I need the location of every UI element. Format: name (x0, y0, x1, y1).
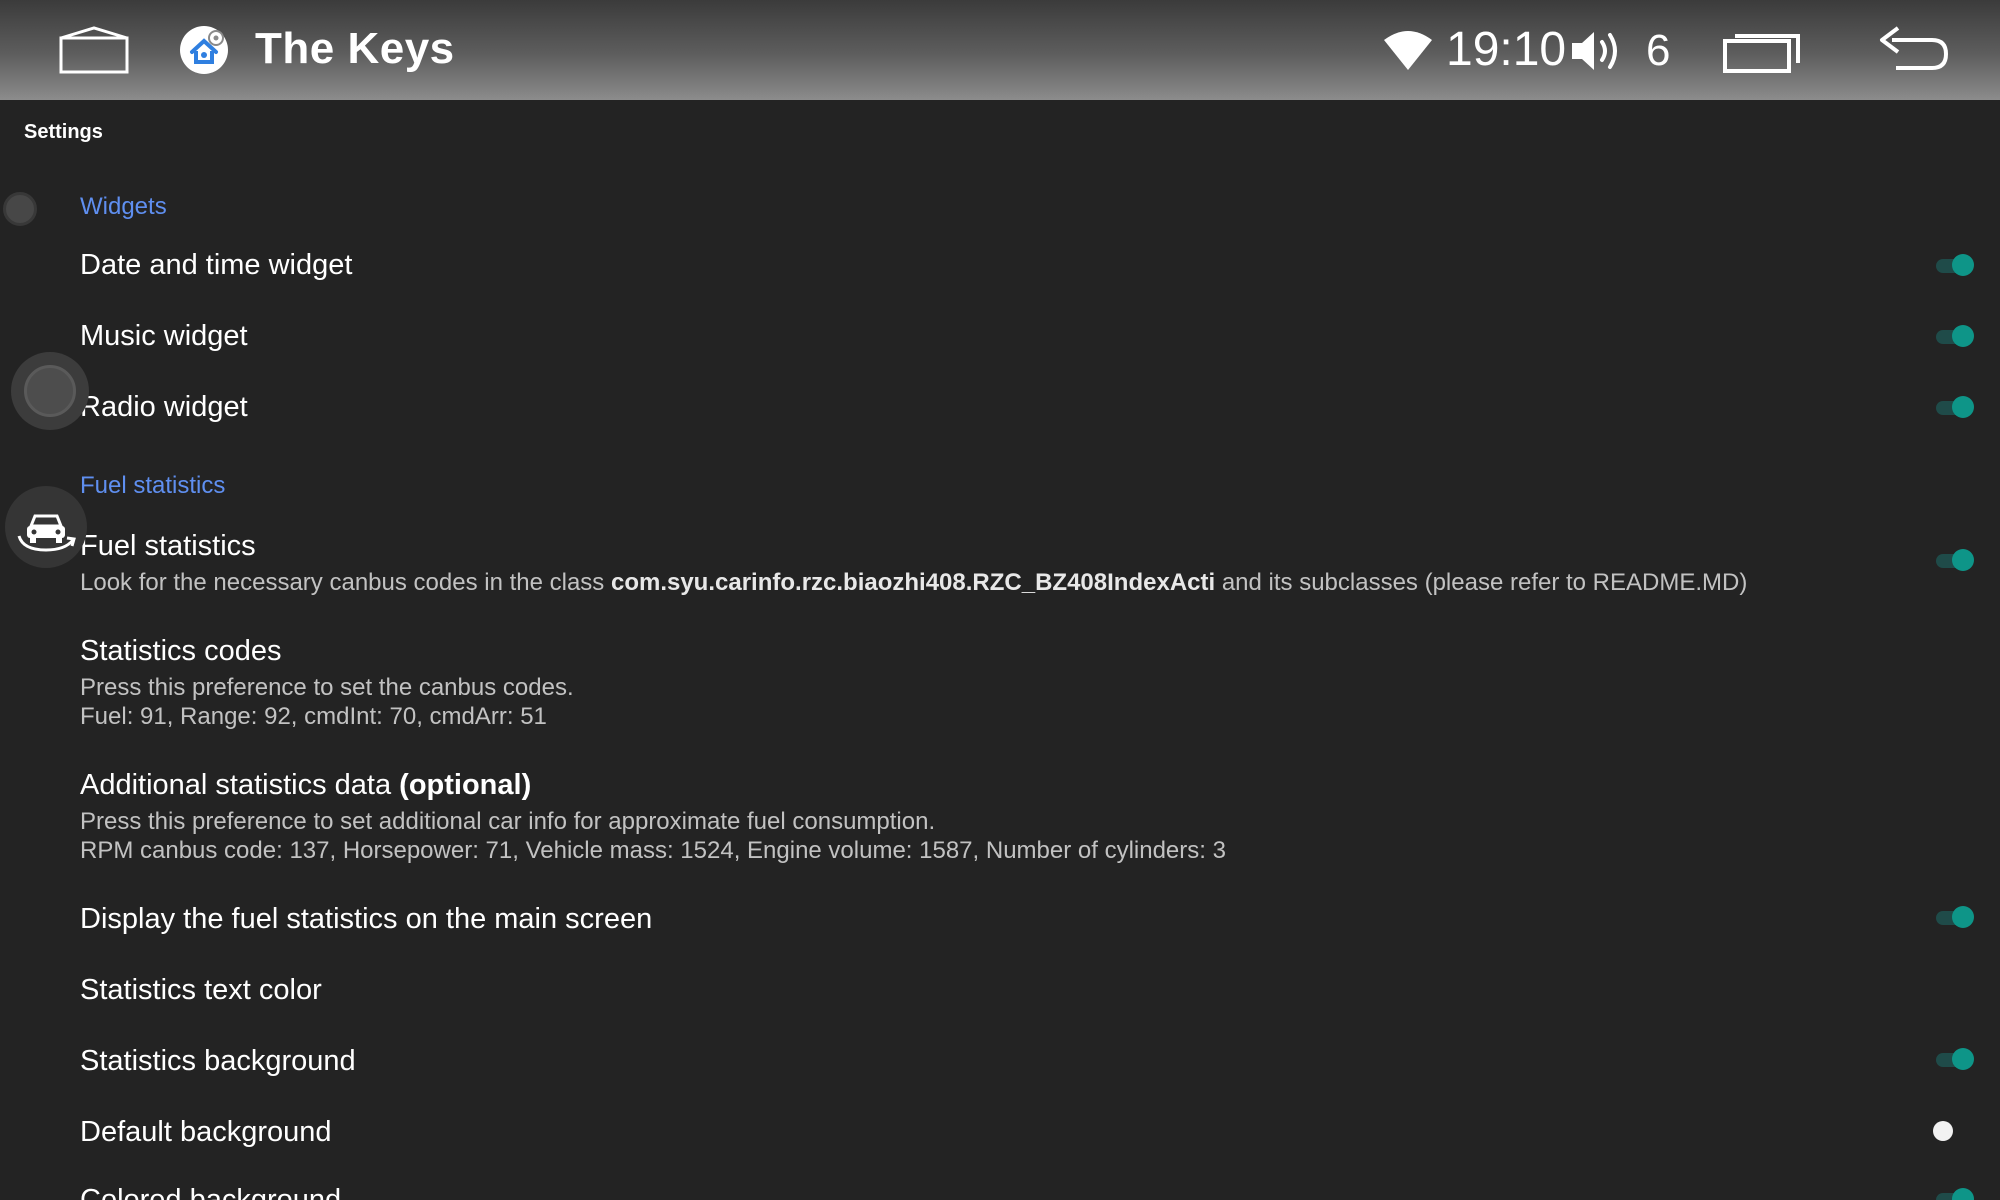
statistics-background-switch[interactable] (1936, 1048, 1974, 1070)
top-bar: The Keys 19:10 6 (0, 0, 2000, 100)
volume-icon[interactable] (1570, 26, 1626, 76)
switch-thumb (1952, 549, 1974, 571)
radio-widget-switch[interactable] (1936, 396, 1974, 418)
joystick-knob (24, 365, 76, 417)
switch-thumb (1952, 1188, 1974, 1200)
summary-text: and its subclasses (please refer to READ… (1215, 569, 1748, 596)
pref-title-text: Additional statistics data (80, 769, 400, 801)
colored-background-switch[interactable] (1936, 1188, 1974, 1200)
page-title: Settings (24, 121, 103, 143)
additional-statistics-summary-2: RPM canbus code: 137, Horsepower: 71, Ve… (80, 837, 1226, 864)
category-widgets: Widgets (80, 193, 167, 220)
pref-statistics-text-color[interactable]: Statistics text color (80, 974, 322, 1007)
pref-music-widget[interactable]: Music widget (80, 320, 248, 353)
car-rotate-icon (17, 514, 76, 552)
switch-thumb (1952, 254, 1974, 276)
pref-fuel-statistics[interactable]: Fuel statistics (80, 530, 256, 563)
category-fuel-statistics: Fuel statistics (80, 472, 226, 499)
default-background-radio[interactable] (1933, 1121, 1953, 1141)
pref-date-time-widget[interactable]: Date and time widget (80, 249, 352, 282)
switch-thumb (1952, 1048, 1974, 1070)
switch-thumb (1952, 325, 1974, 347)
clock: 19:10 (1446, 23, 1567, 76)
switch-thumb (1952, 906, 1974, 928)
switch-thumb (1952, 396, 1974, 418)
summary-class-name: com.syu.carinfo.rzc.biaozhi408.RZC_BZ408… (610, 569, 1216, 596)
fuel-statistics-switch[interactable] (1936, 549, 1974, 571)
display-main-screen-switch[interactable] (1936, 906, 1974, 928)
pref-display-main-screen[interactable]: Display the fuel statistics on the main … (80, 903, 652, 936)
fuel-statistics-summary: Look for the necessary canbus codes in t… (80, 568, 1747, 597)
home-icon[interactable] (54, 22, 134, 78)
pref-radio-widget[interactable]: Radio widget (80, 391, 248, 424)
volume-level: 6 (1646, 26, 1671, 75)
statistics-codes-summary-2: Fuel: 91, Range: 92, cmdInt: 70, cmdArr:… (80, 703, 547, 730)
music-widget-switch[interactable] (1936, 325, 1974, 347)
pref-additional-statistics[interactable]: Additional statistics data (optional) (80, 769, 531, 802)
wifi-icon (1382, 28, 1434, 72)
app-screen: The Keys 19:10 6 Settings Widgets Date a… (0, 0, 2000, 1200)
pref-colored-background[interactable]: Colored background (80, 1184, 341, 1200)
app-settings-icon (180, 26, 228, 74)
app-title: The Keys (255, 24, 455, 73)
pref-statistics-codes[interactable]: Statistics codes (80, 635, 281, 668)
pref-statistics-background[interactable]: Statistics background (80, 1045, 356, 1078)
recent-apps-icon[interactable] (1722, 28, 1804, 74)
floating-car-button[interactable] (5, 486, 87, 568)
floating-joystick-button[interactable] (11, 352, 89, 430)
additional-statistics-summary-1: Press this preference to set additional … (80, 808, 936, 835)
back-icon[interactable] (1872, 24, 1952, 76)
floating-dot-button[interactable] (3, 192, 37, 226)
date-time-widget-switch[interactable] (1936, 254, 1974, 276)
summary-text: Look for the necessary canbus codes in t… (80, 569, 611, 596)
pref-default-background[interactable]: Default background (80, 1116, 332, 1149)
statistics-codes-summary-1: Press this preference to set the canbus … (80, 674, 574, 701)
pref-title-optional: (optional) (399, 769, 532, 801)
